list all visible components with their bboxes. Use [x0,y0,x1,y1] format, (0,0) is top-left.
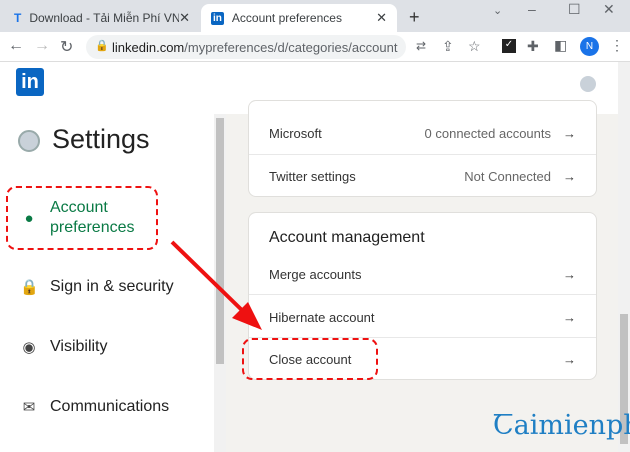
watermark-logo: Ꞇaimienphi.vn [493,410,630,441]
annotation-arrow-icon [170,240,262,330]
